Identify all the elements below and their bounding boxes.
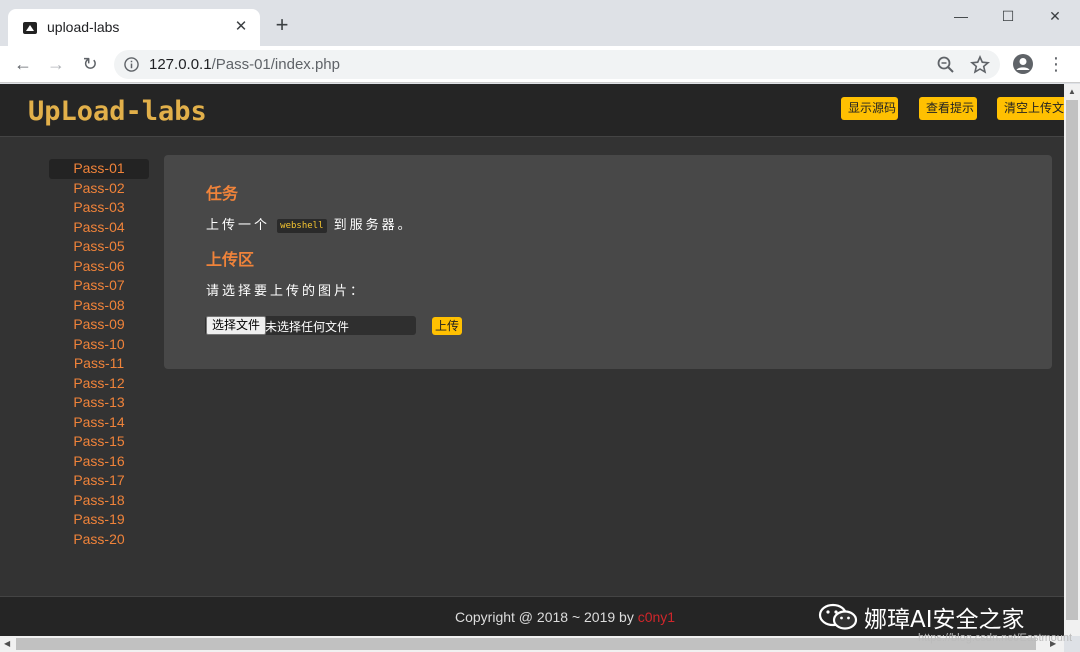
- close-window-icon[interactable]: ✕: [1032, 0, 1078, 32]
- sidebar-item-pass-20[interactable]: Pass-20: [49, 530, 149, 550]
- url-host: 127.0.0.1: [149, 56, 212, 73]
- sidebar-item-pass-07[interactable]: Pass-07: [49, 276, 149, 296]
- author-link[interactable]: c0ny1: [638, 609, 675, 625]
- show-source-button[interactable]: 显示源码: [841, 97, 898, 120]
- sidebar-item-pass-14[interactable]: Pass-14: [49, 413, 149, 433]
- site-footer: Copyright @ 2018 ~ 2019 by c0ny1 娜璋AI安全之…: [0, 596, 1064, 636]
- address-bar[interactable]: 127.0.0.1/Pass-01/index.php: [114, 50, 1000, 79]
- file-input[interactable]: 选择文件 未选择任何文件: [205, 316, 416, 335]
- site-header: UpLoad-labs 显示源码 查看提示 清空上传文件: [0, 84, 1064, 137]
- minimize-window-icon[interactable]: —: [938, 0, 984, 32]
- page-viewport: UpLoad-labs 显示源码 查看提示 清空上传文件 Pass-01Pass…: [0, 84, 1064, 636]
- browser-tabbar: upload-labs ✕ + — ☐ ✕: [0, 0, 1080, 46]
- browser-menu-icon[interactable]: ⋮: [1046, 52, 1066, 76]
- sidebar-item-pass-10[interactable]: Pass-10: [49, 335, 149, 355]
- back-arrow-icon[interactable]: ←: [11, 52, 35, 76]
- sidebar-item-pass-18[interactable]: Pass-18: [49, 491, 149, 511]
- logo-text: UpLoad-labs: [28, 96, 207, 127]
- copyright-prefix: Copyright @ 2018 ~ 2019 by: [455, 609, 638, 625]
- choose-file-button[interactable]: 选择文件: [206, 316, 267, 335]
- url-path: /Pass-01/index.php: [211, 56, 340, 73]
- browser-tab[interactable]: upload-labs ✕: [8, 9, 260, 46]
- vertical-scrollbar[interactable]: ▲: [1064, 84, 1080, 636]
- zoom-icon[interactable]: [936, 55, 956, 75]
- clear-uploads-button[interactable]: 清空上传文件: [997, 97, 1064, 120]
- bookmark-star-icon[interactable]: [970, 55, 990, 75]
- task-heading: 任务: [206, 184, 239, 203]
- scroll-up-icon[interactable]: ▲: [1068, 87, 1076, 96]
- vertical-scroll-thumb[interactable]: [1066, 100, 1078, 620]
- horizontal-scrollbar[interactable]: ◀ ▶: [0, 636, 1064, 652]
- upload-labs-logo[interactable]: UpLoad-labs: [28, 94, 223, 128]
- sidebar-item-pass-02[interactable]: Pass-02: [49, 179, 149, 199]
- task-code: webshell: [277, 219, 327, 233]
- maximize-window-icon[interactable]: ☐: [985, 0, 1031, 32]
- sidebar-item-pass-08[interactable]: Pass-08: [49, 296, 149, 316]
- site-info-icon[interactable]: [124, 57, 139, 72]
- watermark-text: 娜璋AI安全之家: [864, 607, 1025, 633]
- view-hint-button[interactable]: 查看提示: [919, 97, 977, 120]
- sidebar-item-pass-04[interactable]: Pass-04: [49, 218, 149, 238]
- upload-heading: 上传区: [206, 250, 255, 269]
- sidebar-item-pass-16[interactable]: Pass-16: [49, 452, 149, 472]
- reload-icon[interactable]: ↻: [78, 52, 102, 76]
- sidebar-item-pass-19[interactable]: Pass-19: [49, 510, 149, 530]
- upload-submit-button[interactable]: 上传: [432, 317, 463, 335]
- scroll-left-icon[interactable]: ◀: [4, 639, 10, 648]
- upload-prompt: 请选择要上传的图片：: [206, 284, 367, 299]
- main-panel: 任务 上传一个 webshell 到服务器。 上传区 请选择要上传的图片： 选择…: [164, 155, 1052, 369]
- wechat-watermark: 娜璋AI安全之家: [818, 601, 1025, 633]
- url-text: 127.0.0.1/Pass-01/index.php: [149, 56, 340, 73]
- close-tab-icon[interactable]: ✕: [232, 18, 250, 36]
- tab-title: upload-labs: [47, 19, 120, 35]
- new-tab-icon[interactable]: +: [270, 13, 294, 37]
- sidebar-item-pass-03[interactable]: Pass-03: [49, 198, 149, 218]
- task-description: 上传一个 webshell 到服务器。: [206, 214, 414, 233]
- forward-arrow-icon[interactable]: →: [44, 52, 68, 76]
- pass-sidebar: Pass-01 Pass-02 Pass-03 Pass-04 Pass-05 Pass-…: [49, 159, 149, 549]
- csdn-watermark: https://blog.csdn.net/Eastmount: [918, 632, 1073, 644]
- file-status-text: 未选择任何文件: [265, 320, 350, 334]
- site-favicon-icon: [23, 22, 37, 34]
- horizontal-scroll-thumb[interactable]: [16, 638, 1036, 650]
- sidebar-item-pass-11[interactable]: Pass-11: [49, 354, 149, 374]
- sidebar-item-pass-13[interactable]: Pass-13: [49, 393, 149, 413]
- task-suffix: 到服务器。: [333, 218, 414, 233]
- wechat-icon: [818, 603, 858, 630]
- sidebar-item-pass-17[interactable]: Pass-17: [49, 471, 149, 491]
- sidebar-item-pass-06[interactable]: Pass-06: [49, 257, 149, 277]
- task-prefix: 上传一个: [206, 218, 271, 233]
- sidebar-item-pass-01[interactable]: Pass-01: [49, 159, 149, 179]
- sidebar-item-pass-12[interactable]: Pass-12: [49, 374, 149, 394]
- sidebar-item-pass-15[interactable]: Pass-15: [49, 432, 149, 452]
- profile-avatar-icon[interactable]: [1012, 53, 1034, 75]
- sidebar-item-pass-05[interactable]: Pass-05: [49, 237, 149, 257]
- sidebar-item-pass-09[interactable]: Pass-09: [49, 315, 149, 335]
- copyright-text: Copyright @ 2018 ~ 2019 by c0ny1: [455, 609, 675, 625]
- browser-toolbar: ← → ↻ 127.0.0.1/Pass-01/index.php ⋮: [0, 46, 1080, 83]
